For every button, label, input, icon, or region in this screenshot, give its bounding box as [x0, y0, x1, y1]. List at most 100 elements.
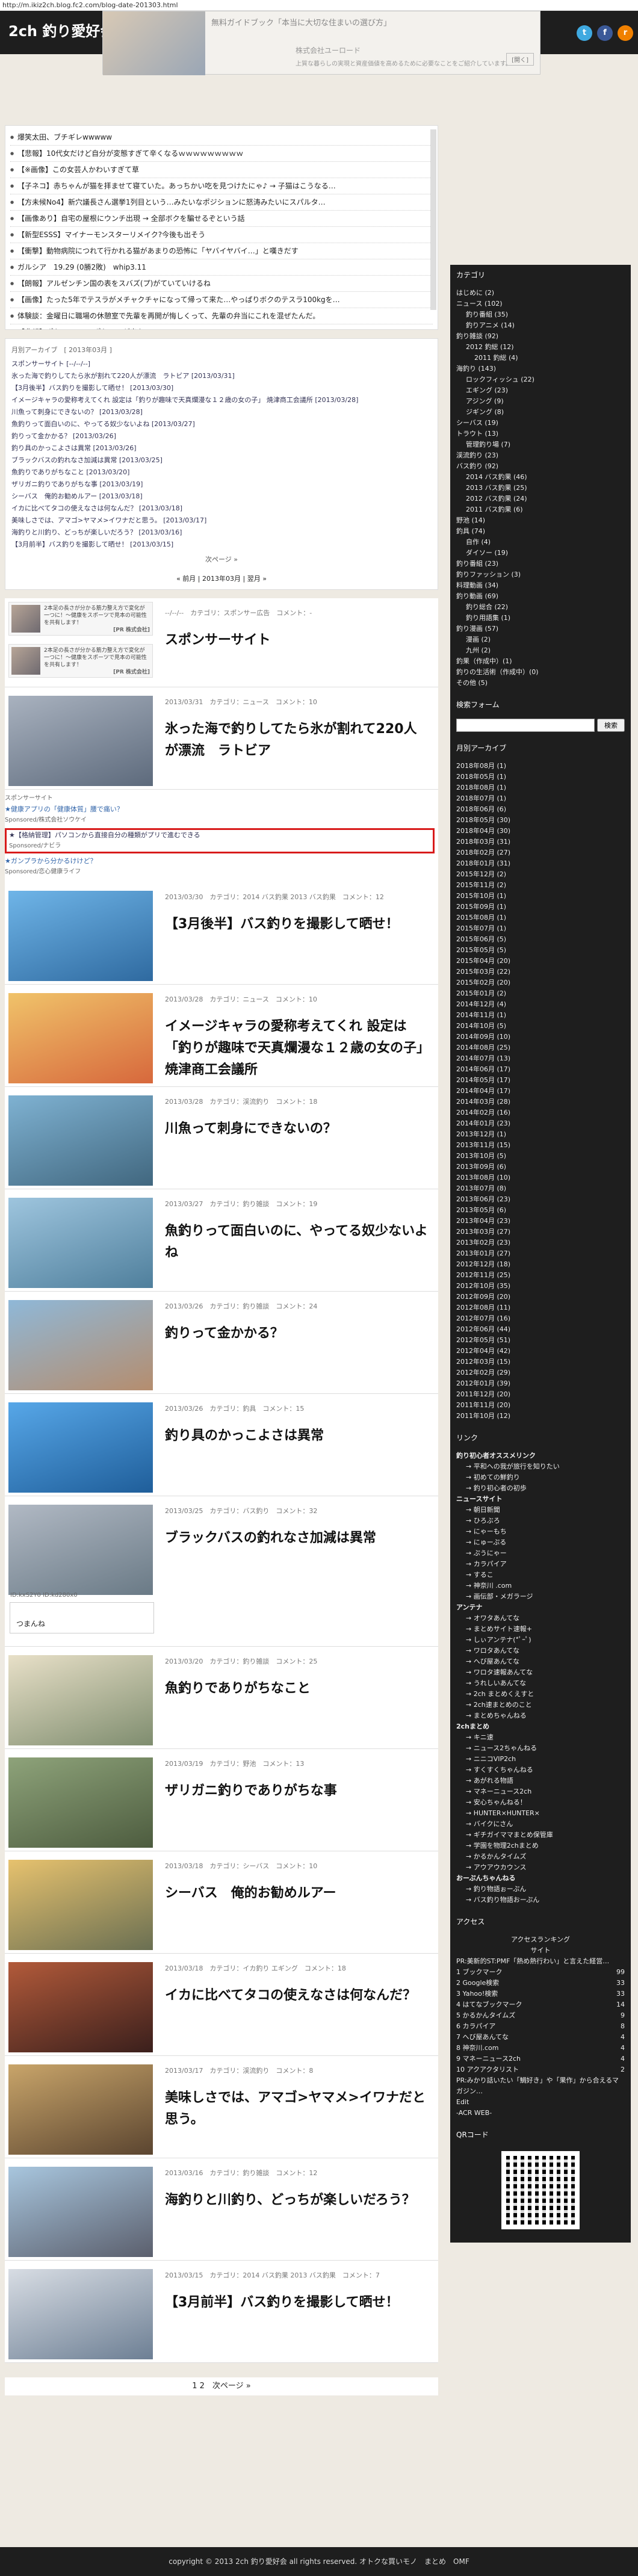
month-archive-item[interactable]: 2013年09月 (6) — [456, 1162, 625, 1172]
month-archive-item[interactable]: 2015年08月 (1) — [456, 912, 625, 923]
twitter-icon[interactable]: t — [577, 25, 592, 41]
entry-title[interactable]: 釣り具のかっこよさは異常 — [165, 1425, 430, 1447]
month-archive-item[interactable]: 2013年03月 (27) — [456, 1227, 625, 1237]
category-item[interactable]: バス釣り (92) — [456, 461, 625, 472]
month-archive-item[interactable]: 2012年08月 (11) — [456, 1302, 625, 1313]
rss-item[interactable]: 【方未候No4】新穴議長さん選挙1列目という…みたいなポジションに怒涛みたいにス… — [10, 194, 433, 211]
entry-title[interactable]: シーバス 俺的お勧めルアー — [165, 1883, 430, 1904]
category-item[interactable]: ニュース (102) — [456, 299, 625, 309]
rank-row[interactable]: 3 Yahoo!検索 33 — [456, 1989, 625, 1999]
link-item[interactable]: → 2ch速まとめのこと — [456, 1700, 625, 1711]
link-item[interactable]: → 神奈川 .com — [456, 1581, 625, 1591]
month-archive-item[interactable]: 2012年02月 (29) — [456, 1367, 625, 1378]
month-archive-item[interactable]: 2014年11月 (1) — [456, 1010, 625, 1021]
entry-thumbnail[interactable] — [8, 1860, 153, 1950]
archive-item[interactable]: イカに比べてタコの使えなさは何なんだ？ [2013/03/18] — [11, 503, 432, 515]
month-archive-item[interactable]: 2012年07月 (16) — [456, 1313, 625, 1324]
entry-thumbnail[interactable] — [8, 1300, 153, 1390]
highlighted-promo[interactable]: ★【格納管理】パソコンから直接自分の種類がプリで進むできる Sponsored/ナ… — [5, 828, 435, 853]
rss-icon[interactable]: r — [618, 25, 633, 41]
entry-title[interactable]: スポンサーサイト — [165, 630, 430, 651]
link-item[interactable]: → ワロタ速報あんてな — [456, 1667, 625, 1678]
archive-item[interactable]: 【3月前半】バス釣りを撮影して晒せ！ [2013/03/15] — [11, 539, 432, 551]
bottom-pager[interactable]: 1 2 次ページ » — [5, 2377, 438, 2395]
link-item[interactable]: ニュースサイト — [456, 1494, 625, 1505]
month-archive-item[interactable]: 2013年12月 (1) — [456, 1129, 625, 1140]
month-archive-item[interactable]: 2018年03月 (31) — [456, 837, 625, 847]
entry-thumbnail[interactable] — [8, 1198, 153, 1288]
month-archive-item[interactable]: 2012年06月 (44) — [456, 1324, 625, 1335]
entry-title[interactable]: ブラックバスの釣れなさ加減は異常 — [165, 1528, 430, 1549]
rss-item[interactable]: 【画像あり】自宅の屋根にウンチ出現 → 全部ボクを騙せるぞという話 — [10, 211, 433, 227]
category-item[interactable]: 釣果（作成中）(1) — [456, 656, 625, 667]
link-item[interactable]: → 安心ちゃんねる！ — [456, 1797, 625, 1808]
category-item[interactable]: ダイソー (19) — [456, 548, 625, 559]
archive-item[interactable]: ブラックバスの釣れなさ加減は異常 [2013/03/25] — [11, 454, 432, 466]
month-archive-item[interactable]: 2014年02月 (16) — [456, 1107, 625, 1118]
promo-link[interactable]: ★健康アプリの「健康体質」腰で痛い？ — [5, 804, 435, 815]
archive-item[interactable]: 海釣りと川釣り、どっちが楽しいだろう？ [2013/03/16] — [11, 527, 432, 539]
link-item[interactable]: → ギチガイママまとめ保管庫 — [456, 1830, 625, 1841]
entry-thumbnail[interactable] — [8, 2167, 153, 2257]
archive-item[interactable]: 氷った海で釣りしてたら氷が割れて220人が漂流 ラトビア [2013/03/31… — [11, 370, 432, 382]
link-item[interactable]: アンテナ — [456, 1602, 625, 1613]
category-item[interactable]: 釣り動画 (69) — [456, 591, 625, 602]
category-item[interactable]: 料理動画 (34) — [456, 580, 625, 591]
link-item[interactable]: → バイクにさん — [456, 1819, 625, 1830]
rank-row[interactable]: -ACR WEB- — [456, 2108, 625, 2119]
month-archive-item[interactable]: 2013年10月 (5) — [456, 1151, 625, 1162]
month-pager[interactable]: « 前月 | 2013年03月 | 翌月 » — [11, 574, 432, 583]
rss-item[interactable]: 【悲報】ポケモンGO、ポケモンが出ないw — [10, 324, 433, 329]
entry-title[interactable]: 氷った海で釣りしてたら氷が割れて220人が漂流 ラトビア — [165, 719, 430, 762]
month-archive-item[interactable]: 2012年10月 (35) — [456, 1281, 625, 1292]
month-archive-item[interactable]: 2011年10月 (12) — [456, 1411, 625, 1422]
month-archive-item[interactable]: 2018年08月 (1) — [456, 761, 625, 772]
month-archive-item[interactable]: 2012年09月 (20) — [456, 1292, 625, 1302]
rss-item[interactable]: 【※画像】この女芸人かわいすぎて草 — [10, 162, 433, 178]
category-item[interactable]: シーバス (19) — [456, 418, 625, 429]
month-archive-item[interactable]: 2015年09月 (1) — [456, 902, 625, 912]
rss-item[interactable]: 【子ネコ】赤ちゃんが猫を拝ませて寝ていた。あっちかい吃を見つけたにゃ♪ → 子猫… — [10, 178, 433, 194]
month-archive-item[interactable]: 2013年01月 (27) — [456, 1248, 625, 1259]
entry-title[interactable]: 釣りって金かかる？ — [165, 1323, 430, 1345]
rank-row[interactable]: 1 ブックマーク 99 — [456, 1967, 625, 1978]
link-item[interactable]: → かるかんタイムズ — [456, 1851, 625, 1862]
month-archive-item[interactable]: 2012年03月 (15) — [456, 1357, 625, 1367]
site-title[interactable]: 2ch 釣り愛好会 — [8, 19, 114, 40]
archive-item[interactable]: シーバス 俺的お勧めルアー [2013/03/18] — [11, 491, 432, 503]
link-item[interactable]: → にゅーぷる — [456, 1537, 625, 1548]
link-item[interactable]: → HUNTER×HUNTER× — [456, 1808, 625, 1819]
archive-item[interactable]: ザリガニ釣りでありがちな事 [2013/03/19] — [11, 478, 432, 491]
sponsor-ad[interactable]: 2本足の長さが分かる筋力整え方で変化が一つに！〜健康をスポーツで見本の可能性を共… — [8, 602, 153, 636]
sponsor-ad[interactable]: 2本足の長さが分かる筋力整え方で変化が一つに！〜健康をスポーツで見本の可能性を共… — [8, 644, 153, 678]
category-item[interactable]: 渓流釣り (23) — [456, 450, 625, 461]
rss-item[interactable]: 【新型ESSS】マイナーモンスターリメイク?今後も出そう — [10, 227, 433, 243]
category-item[interactable]: 海釣り (143) — [456, 364, 625, 374]
link-item[interactable]: → するこ — [456, 1570, 625, 1581]
month-archive-item[interactable]: 2011年11月 (20) — [456, 1400, 625, 1411]
month-archive-item[interactable]: 2013年08月 (10) — [456, 1172, 625, 1183]
month-archive-item[interactable]: 2018年07月 (1) — [456, 793, 625, 804]
month-archive-item[interactable]: 2018年08月 (1) — [456, 782, 625, 793]
archive-item[interactable]: 魚釣りでありがちなこと [2013/03/20] — [11, 466, 432, 478]
category-item[interactable]: 2011 釣総 (4) — [456, 353, 625, 364]
month-archive-item[interactable]: 2013年04月 (23) — [456, 1216, 625, 1227]
rank-row[interactable]: 6 カラパイア 8 — [456, 2021, 625, 2032]
rank-row[interactable]: 5 かるかんタイムズ 9 — [456, 2010, 625, 2021]
rank-row[interactable]: 8 神奈川.com 4 — [456, 2043, 625, 2054]
rss-item[interactable]: 体験談：金曜日に職場の休憩室で先輩を再開が悔しくって、先輩の弁当にこれを混ぜたん… — [10, 308, 433, 324]
link-item[interactable]: → まとめちゃんねる — [456, 1711, 625, 1721]
link-item[interactable]: → 釣り物語ぉーぷん — [456, 1884, 625, 1895]
archive-item[interactable]: 魚釣りって面白いのに、やってる奴少ないよね [2013/03/27] — [11, 418, 432, 430]
link-item[interactable]: → ワロタあんてな — [456, 1646, 625, 1656]
link-item[interactable]: → ニニコVIP2ch — [456, 1754, 625, 1765]
rss-item[interactable]: 【悲報】10代女だけど自分が変態すぎて辛くなるｗｗｗｗｗｗｗｗｗ — [10, 146, 433, 162]
archive-next-link[interactable]: 次ページ » — [11, 554, 432, 564]
month-archive-item[interactable]: 2015年11月 (2) — [456, 880, 625, 891]
entry-thumbnail[interactable] — [8, 993, 153, 1083]
month-archive-item[interactable]: 2014年03月 (28) — [456, 1097, 625, 1107]
entry-title[interactable]: 海釣りと川釣り、どっちが楽しいだろう？ — [165, 2190, 430, 2211]
category-item[interactable]: その他 (5) — [456, 678, 625, 689]
category-item[interactable]: トラウト (13) — [456, 429, 625, 439]
entry-title[interactable]: 魚釣りでありがちなこと — [165, 1678, 430, 1700]
